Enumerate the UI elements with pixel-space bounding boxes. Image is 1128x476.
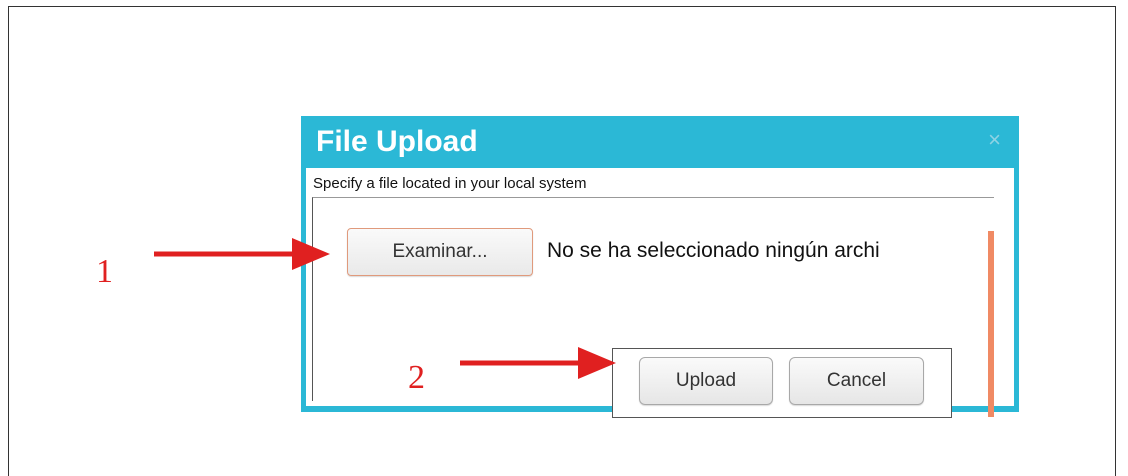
- annotation-arrows: [154, 238, 616, 379]
- arrow-to-upload-button: [460, 347, 616, 379]
- annotation-marker-2: 2: [408, 359, 425, 396]
- annotation-marker-1: 1: [96, 253, 113, 290]
- arrow-to-browse-button: [154, 238, 330, 270]
